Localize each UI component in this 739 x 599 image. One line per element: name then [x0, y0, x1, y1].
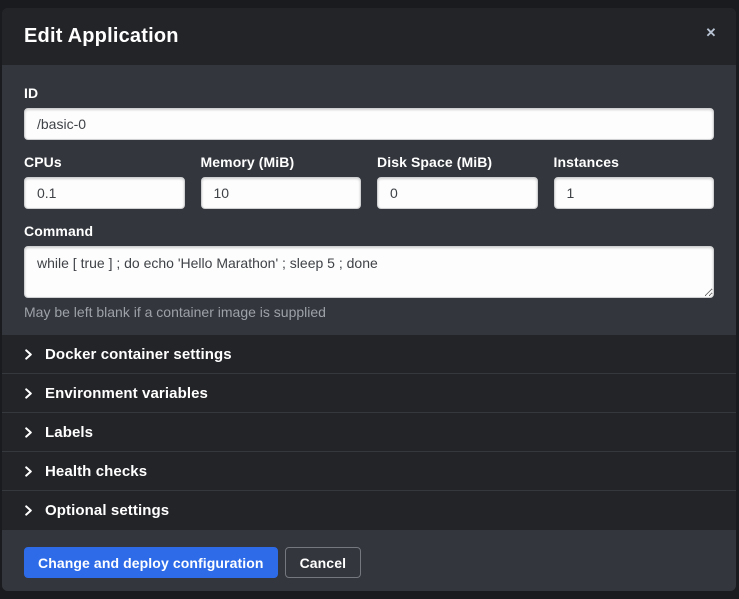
chevron-right-icon	[23, 505, 34, 516]
cancel-button[interactable]: Cancel	[285, 547, 362, 578]
disk-space-field-group: Disk Space (MiB)	[377, 154, 538, 209]
instances-label: Instances	[554, 154, 715, 171]
edit-application-modal: Edit Application ✕ ID CPUs Memory (MiB) …	[2, 8, 736, 591]
accordion-sections: Docker container settings Environment va…	[2, 335, 736, 530]
chevron-right-icon	[23, 427, 34, 438]
modal-header: Edit Application ✕	[2, 8, 736, 65]
section-optional-settings[interactable]: Optional settings	[2, 491, 736, 530]
command-textarea[interactable]: while [ true ] ; do echo 'Hello Marathon…	[24, 246, 714, 298]
close-button[interactable]: ✕	[700, 22, 722, 44]
section-environment-variables[interactable]: Environment variables	[2, 374, 736, 413]
section-label: Environment variables	[45, 385, 208, 402]
id-label: ID	[24, 85, 714, 102]
command-field-group: Command while [ true ] ; do echo 'Hello …	[24, 223, 714, 321]
section-label: Labels	[45, 424, 93, 441]
change-and-deploy-button[interactable]: Change and deploy configuration	[24, 547, 278, 578]
memory-label: Memory (MiB)	[201, 154, 362, 171]
instances-field-group: Instances	[554, 154, 715, 209]
id-field-group: ID	[24, 85, 714, 140]
resources-row: CPUs Memory (MiB) Disk Space (MiB) Insta…	[24, 154, 714, 209]
cpus-label: CPUs	[24, 154, 185, 171]
memory-input[interactable]	[201, 177, 362, 209]
disk-space-input[interactable]	[377, 177, 538, 209]
cpus-field-group: CPUs	[24, 154, 185, 209]
id-input[interactable]	[24, 108, 714, 140]
section-docker-container-settings[interactable]: Docker container settings	[2, 335, 736, 374]
section-label: Health checks	[45, 463, 147, 480]
chevron-right-icon	[23, 388, 34, 399]
section-label: Docker container settings	[45, 346, 232, 363]
close-icon: ✕	[706, 25, 717, 40]
cpus-input[interactable]	[24, 177, 185, 209]
section-labels[interactable]: Labels	[2, 413, 736, 452]
section-label: Optional settings	[45, 502, 169, 519]
chevron-right-icon	[23, 349, 34, 360]
modal-body: ID CPUs Memory (MiB) Disk Space (MiB) In…	[2, 65, 736, 335]
memory-field-group: Memory (MiB)	[201, 154, 362, 209]
command-label: Command	[24, 223, 714, 240]
chevron-right-icon	[23, 466, 34, 477]
section-health-checks[interactable]: Health checks	[2, 452, 736, 491]
modal-footer: Change and deploy configuration Cancel	[2, 530, 736, 591]
page-title: Edit Application	[24, 25, 179, 48]
instances-input[interactable]	[554, 177, 715, 209]
disk-space-label: Disk Space (MiB)	[377, 154, 538, 171]
command-help-text: May be left blank if a container image i…	[24, 304, 714, 321]
